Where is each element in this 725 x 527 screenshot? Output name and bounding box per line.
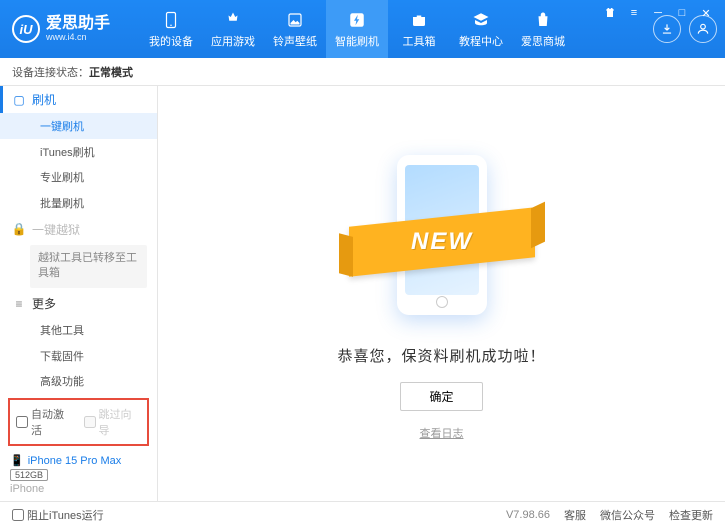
flash-icon <box>347 10 367 30</box>
nav-ringtone[interactable]: 铃声壁纸 <box>264 0 326 58</box>
sidebar-item-download[interactable]: 下载固件 <box>0 343 157 369</box>
nav-apps[interactable]: 应用游戏 <box>202 0 264 58</box>
status-prefix: 设备连接状态： <box>12 64 89 80</box>
sidebar-item-onekey[interactable]: 一键刷机 <box>0 113 157 139</box>
logo-icon: iU <box>12 15 40 43</box>
version-label: V7.98.66 <box>506 509 550 521</box>
sidebar-item-pro[interactable]: 专业刷机 <box>0 165 157 191</box>
nav-store[interactable]: 爱思商城 <box>512 0 574 58</box>
checkbox-highlight-box: 自动激活 跳过向导 <box>8 398 149 446</box>
top-nav: 我的设备 应用游戏 铃声壁纸 智能刷机 工具箱 教程中心 爱思商城 <box>140 0 574 58</box>
footer-update[interactable]: 检查更新 <box>669 507 713 523</box>
lock-icon: 🔒 <box>12 222 26 236</box>
phone-icon: 📱 <box>10 454 24 467</box>
sidebar-group-flash[interactable]: ▢ 刷机 <box>0 86 157 113</box>
monitor-icon: ▢ <box>12 93 26 107</box>
device-icon <box>161 10 181 30</box>
store-icon <box>533 10 553 30</box>
footer: 阻止iTunes运行 V7.98.66 客服 微信公众号 检查更新 <box>0 501 725 527</box>
tutorial-icon <box>471 10 491 30</box>
footer-support[interactable]: 客服 <box>564 507 586 523</box>
toolbox-icon <box>409 10 429 30</box>
storage-badge: 512GB <box>10 469 48 481</box>
nav-toolbox[interactable]: 工具箱 <box>388 0 450 58</box>
minimize-button[interactable]: ─ <box>647 4 669 22</box>
sidebar-item-other[interactable]: 其他工具 <box>0 317 157 343</box>
block-itunes-checkbox[interactable]: 阻止iTunes运行 <box>12 507 104 523</box>
menu-icon: ≡ <box>12 297 26 311</box>
success-illustration: NEW <box>357 147 527 327</box>
jailbreak-note: 越狱工具已转移至工具箱 <box>30 245 147 288</box>
ok-button[interactable]: 确定 <box>400 382 482 411</box>
brand-name: 爱思助手 <box>46 16 110 32</box>
sidebar-item-itunes[interactable]: iTunes刷机 <box>0 139 157 165</box>
success-message: 恭喜您，保资料刷机成功啦！ <box>337 345 545 366</box>
view-log-link[interactable]: 查看日志 <box>420 425 464 441</box>
titlebar: ≡ ─ □ ✕ iU 爱思助手 www.i4.cn 我的设备 应用游戏 铃声壁纸… <box>0 0 725 58</box>
nav-tutorial[interactable]: 教程中心 <box>450 0 512 58</box>
sidebar-group-more[interactable]: ≡ 更多 <box>0 290 157 317</box>
new-ribbon: NEW <box>349 207 535 277</box>
nav-device[interactable]: 我的设备 <box>140 0 202 58</box>
device-info: 📱 iPhone 15 Pro Max 512GB iPhone <box>0 450 157 501</box>
nav-flash[interactable]: 智能刷机 <box>326 0 388 58</box>
status-value: 正常模式 <box>89 64 133 80</box>
auto-activate-checkbox[interactable]: 自动激活 <box>16 406 74 438</box>
brand-url: www.i4.cn <box>46 32 110 42</box>
close-button[interactable]: ✕ <box>695 4 717 22</box>
device-os: iPhone <box>10 483 147 495</box>
brand-logo: iU 爱思助手 www.i4.cn <box>12 15 110 43</box>
status-bar: 设备连接状态： 正常模式 <box>0 58 725 86</box>
appstore-icon <box>223 10 243 30</box>
sidebar-item-advanced[interactable]: 高级功能 <box>0 368 157 394</box>
menu-button[interactable]: ≡ <box>623 4 645 22</box>
sidebar: ▢ 刷机 一键刷机 iTunes刷机 专业刷机 批量刷机 🔒 一键越狱 越狱工具… <box>0 86 158 501</box>
footer-wechat[interactable]: 微信公众号 <box>600 507 655 523</box>
skin-button[interactable] <box>599 4 621 22</box>
wallpaper-icon <box>285 10 305 30</box>
sidebar-group-jailbreak: 🔒 一键越狱 <box>0 216 157 243</box>
main-content: NEW 恭喜您，保资料刷机成功啦！ 确定 查看日志 <box>158 86 725 501</box>
skip-setup-checkbox[interactable]: 跳过向导 <box>84 406 142 438</box>
device-name[interactable]: 📱 iPhone 15 Pro Max <box>10 454 147 467</box>
maximize-button[interactable]: □ <box>671 4 693 22</box>
sidebar-item-batch[interactable]: 批量刷机 <box>0 190 157 216</box>
